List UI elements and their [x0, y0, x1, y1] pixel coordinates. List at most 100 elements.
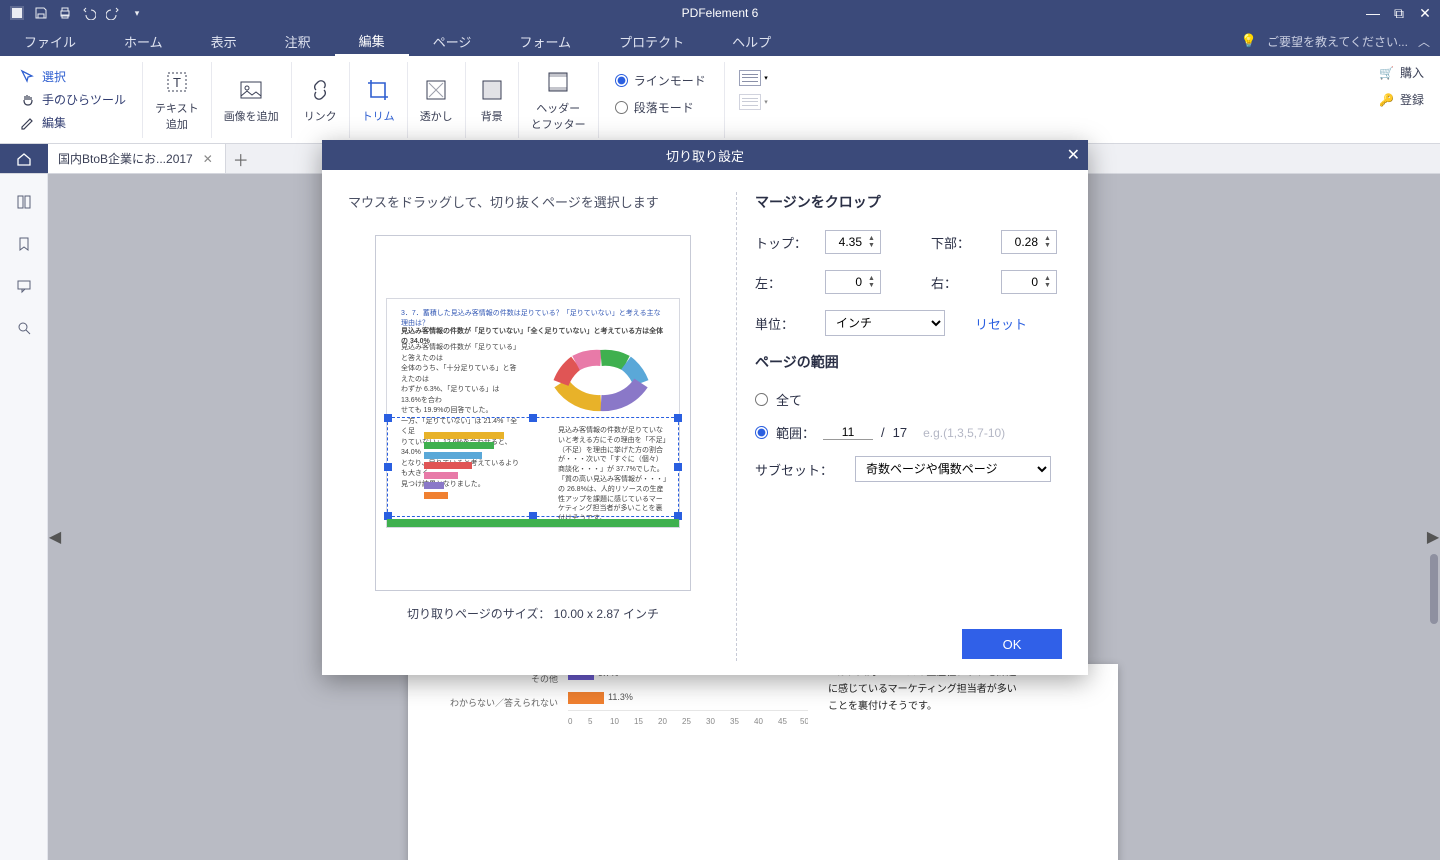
left-label: 左：	[755, 273, 815, 292]
paragraph-option-1[interactable]: ▾	[739, 70, 761, 86]
search-icon[interactable]	[14, 318, 34, 338]
svg-text:40: 40	[754, 717, 763, 726]
select-tool[interactable]: 選択	[20, 68, 126, 85]
home-tab[interactable]	[0, 144, 48, 173]
dialog-title-bar: 切り取り設定 ✕	[322, 140, 1088, 170]
right-label: 右：	[931, 273, 991, 292]
watermark-button[interactable]: 透かし	[408, 62, 466, 138]
save-icon[interactable]	[32, 4, 50, 22]
minimize-button[interactable]: —	[1364, 5, 1382, 22]
qat-dropdown-icon[interactable]: ▾	[128, 4, 146, 22]
crop-selection[interactable]: 見込み客情報の件数が足りていないと考える方にその理由を「不足」（不足）を理由に挙…	[387, 417, 679, 517]
comment-icon[interactable]	[14, 276, 34, 296]
undo-icon[interactable]	[80, 4, 98, 22]
range-total: 17	[893, 425, 907, 440]
svg-text:10: 10	[610, 717, 619, 726]
svg-text:15: 15	[634, 717, 643, 726]
app-title: PDFelement 6	[682, 6, 759, 20]
register-button[interactable]: 🔑登録	[1379, 91, 1424, 108]
menu-page[interactable]: ページ	[409, 26, 496, 56]
unit-select[interactable]: インチ	[825, 310, 945, 336]
range-from-input[interactable]	[823, 425, 873, 440]
paragraph-option-2[interactable]: ▾	[739, 94, 761, 110]
edit-label: 編集	[42, 114, 66, 131]
maximize-button[interactable]: ⧉	[1390, 5, 1408, 22]
svg-text:T: T	[173, 75, 181, 90]
menu-home[interactable]: ホーム	[100, 26, 187, 56]
svg-text:5: 5	[588, 717, 593, 726]
menu-file[interactable]: ファイル	[0, 26, 100, 56]
svg-text:35: 35	[730, 717, 739, 726]
print-icon[interactable]	[56, 4, 74, 22]
app-logo	[8, 4, 26, 22]
close-button[interactable]: ✕	[1416, 5, 1434, 22]
menu-view[interactable]: 表示	[187, 26, 261, 56]
crop-settings-dialog: 切り取り設定 ✕ マウスをドラッグして、切り抜くページを選択します 3．7．蓄積…	[322, 140, 1088, 675]
right-spinner[interactable]: ▲▼	[1001, 270, 1057, 294]
range-section-title: ページの範囲	[755, 352, 1062, 372]
svg-text:50: 50	[800, 717, 808, 726]
tell-me-bulb-icon: 💡	[1241, 33, 1257, 49]
redo-icon[interactable]	[104, 4, 122, 22]
key-icon: 🔑	[1379, 93, 1394, 107]
menu-edit[interactable]: 編集	[335, 26, 409, 56]
document-tab[interactable]: 国内BtoB企業にお...2017 ✕	[48, 144, 226, 173]
menu-protect[interactable]: プロテクト	[595, 26, 708, 56]
dialog-divider	[736, 192, 737, 661]
link-button[interactable]: リンク	[292, 62, 350, 138]
svg-text:30: 30	[706, 717, 715, 726]
menu-help[interactable]: ヘルプ	[708, 26, 795, 56]
background-button[interactable]: 背景	[466, 62, 519, 138]
svg-text:45: 45	[778, 717, 787, 726]
dialog-close-icon[interactable]: ✕	[1067, 145, 1080, 165]
tell-me-text[interactable]: ご要望を教えてください...	[1267, 33, 1408, 50]
svg-text:0: 0	[568, 717, 573, 726]
cart-icon: 🛒	[1379, 66, 1394, 80]
menu-comment[interactable]: 注釈	[261, 26, 335, 56]
subset-label: サブセット：	[755, 460, 845, 479]
top-label: トップ：	[755, 233, 815, 252]
menu-bar: ファイル ホーム 表示 注釈 編集 ページ フォーム プロテクト ヘルプ 💡 ご…	[0, 26, 1440, 56]
new-tab-button[interactable]: ＋	[226, 144, 256, 173]
quick-access-toolbar: ▾	[0, 4, 146, 22]
svg-text:20: 20	[658, 717, 667, 726]
bookmark-icon[interactable]	[14, 234, 34, 254]
ok-button[interactable]: OK	[962, 629, 1062, 659]
document-page: その他 9.7% わからない／答えられない 11.3% 051015202530…	[408, 664, 1118, 860]
window-controls: — ⧉ ✕	[1364, 5, 1434, 22]
bottom-label: 下部：	[931, 233, 991, 252]
para-mode-radio[interactable]: 段落モード	[615, 99, 706, 116]
add-image-button[interactable]: 画像を追加	[212, 62, 292, 138]
header-footer-button[interactable]: ヘッダー とフッター	[519, 62, 599, 138]
line-mode-radio[interactable]: ラインモード	[615, 72, 706, 89]
select-label: 選択	[42, 68, 66, 85]
crop-size-text: 切り取りページのサイズ： 10.00 x 2.87 インチ	[348, 605, 718, 622]
menu-form[interactable]: フォーム	[495, 26, 595, 56]
svg-text:25: 25	[682, 717, 691, 726]
ribbon: 選択 手のひらツール 編集 T テキスト 追加 画像を追加 リンク トリム 透か…	[0, 56, 1440, 144]
edit-tool[interactable]: 編集	[20, 114, 126, 131]
tab-label: 国内BtoB企業にお...2017	[58, 150, 193, 167]
dialog-title: 切り取り設定	[666, 146, 744, 165]
add-text-button[interactable]: T テキスト 追加	[143, 62, 212, 138]
range-all-radio[interactable]: 全て	[755, 390, 1062, 409]
bottom-spinner[interactable]: ▲▼	[1001, 230, 1057, 254]
prev-page-arrow[interactable]: ◀	[48, 517, 62, 557]
reset-link[interactable]: リセット	[975, 314, 1027, 333]
top-spinner[interactable]: ▲▼	[825, 230, 881, 254]
buy-button[interactable]: 🛒購入	[1379, 64, 1424, 81]
range-hint: e.g.(1,3,5,7-10)	[923, 426, 1005, 440]
trim-button[interactable]: トリム	[350, 62, 408, 138]
left-spinner[interactable]: ▲▼	[825, 270, 881, 294]
subset-select[interactable]: 奇数ページや偶数ページ	[855, 456, 1051, 482]
margin-section-title: マージンをクロップ	[755, 192, 1062, 212]
collapse-ribbon-icon[interactable]: ︿	[1418, 33, 1430, 50]
tab-close-icon[interactable]: ✕	[201, 152, 215, 166]
thumbnails-icon[interactable]	[14, 192, 34, 212]
crop-preview[interactable]: 3．7．蓄積した見込み客情報の件数は足りている？「足りていない」と考える主な理由…	[375, 235, 691, 591]
range-custom-radio[interactable]: 範囲： / 17 e.g.(1,3,5,7-10)	[755, 423, 1062, 442]
dialog-hint: マウスをドラッグして、切り抜くページを選択します	[348, 192, 718, 211]
vertical-scrollbar[interactable]	[1428, 174, 1438, 860]
pan-tool[interactable]: 手のひらツール	[20, 91, 126, 108]
left-rail	[0, 174, 48, 860]
